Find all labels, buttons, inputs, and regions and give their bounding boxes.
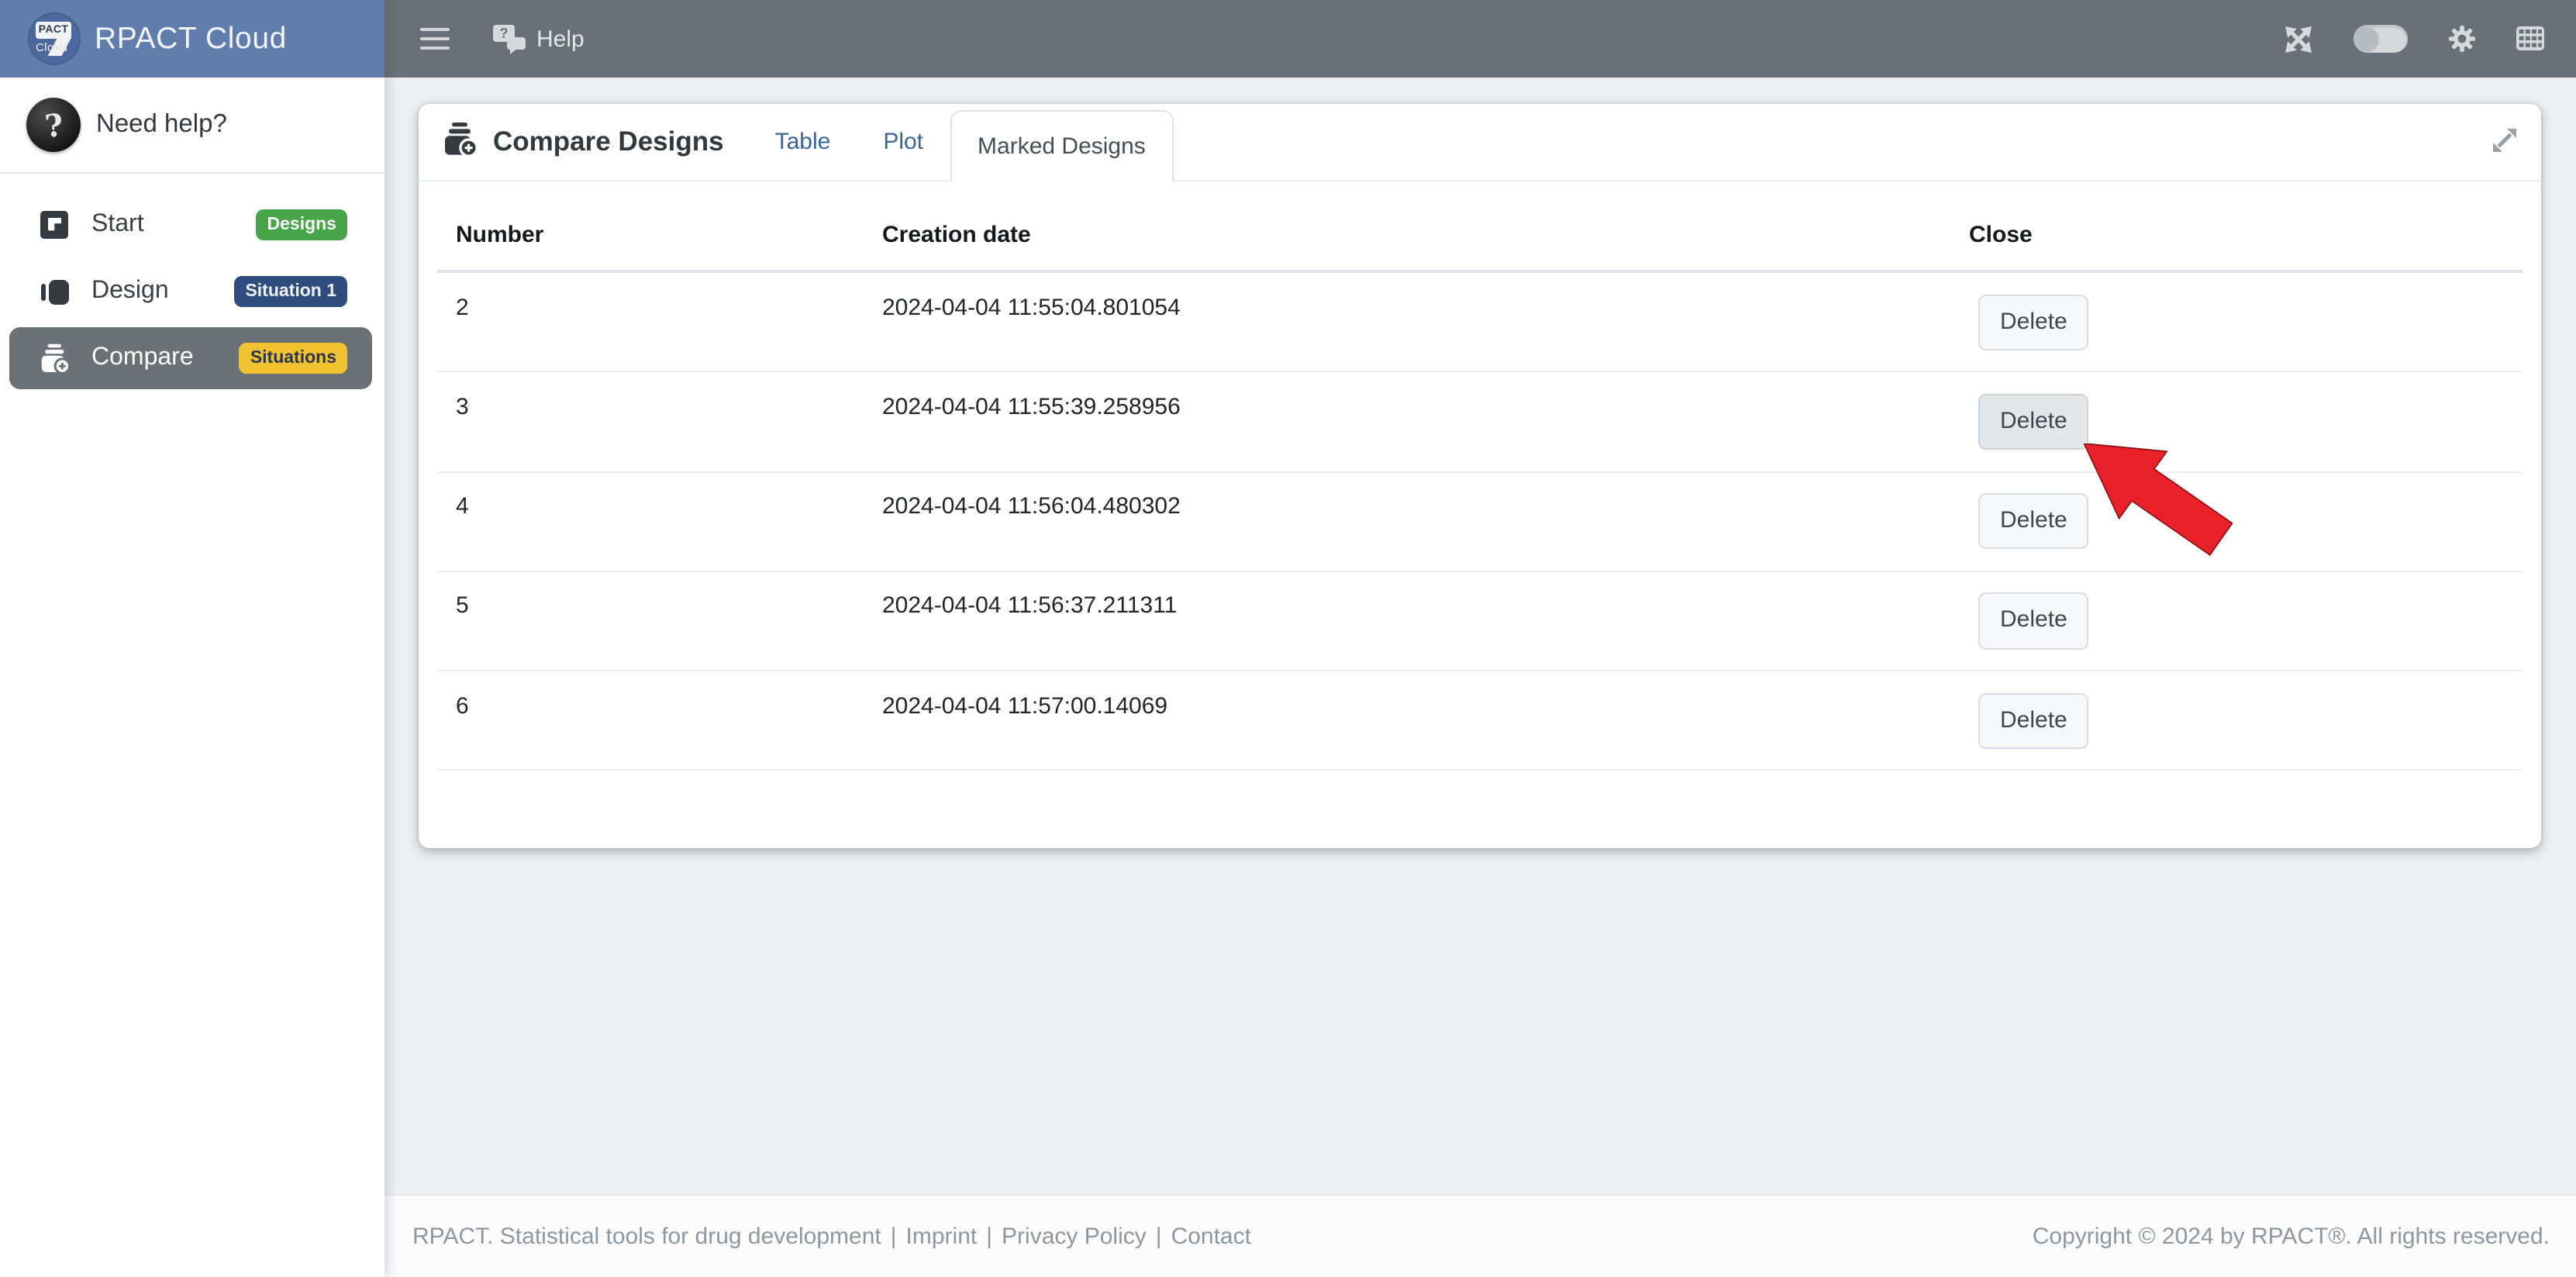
delete-button[interactable]: Delete [1978,593,2089,650]
table-row: 5 2024-04-04 11:56:37.211311 Delete [437,571,2522,671]
column-header-close: Close [1950,200,2522,271]
theme-toggle[interactable] [2353,25,2407,53]
sidebar-item-label: Design [91,278,169,305]
card-title: Compare Designs [443,104,724,180]
privacy-policy-link[interactable]: Privacy Policy [1002,1223,1147,1249]
tab-plot[interactable]: Plot [857,104,950,180]
card-header: Compare Designs Table Plot Marked Design… [419,104,2540,181]
contact-link[interactable]: Contact [1171,1223,1251,1249]
creation-date-cell: 2024-04-04 11:55:39.258956 [864,372,1950,472]
content-area: Compare Designs Table Plot Marked Design… [385,78,2576,1193]
sidebar-divider [0,172,385,174]
situations-badge: Situations [240,343,347,374]
number-cell: 3 [437,372,864,472]
app-title: RPACT Cloud [95,21,287,57]
svg-text:?: ? [500,25,509,40]
column-header-number: Number [437,200,864,271]
question-mark-icon: ? [26,98,81,152]
footer-left: RPACT. Statistical tools for drug develo… [412,1223,1251,1249]
gear-icon[interactable] [2447,25,2475,53]
tab-marked-designs[interactable]: Marked Designs [950,110,1174,181]
sidebar: PACT Cloud RPACT Cloud ? Need help? Star… [0,0,385,1277]
need-help-link[interactable]: ? Need help? [0,78,385,172]
delete-button[interactable]: Delete [1978,294,2089,350]
table-row: 2 2024-04-04 11:55:04.801054 Delete [437,271,2522,372]
table-header-row: Number Creation date Close [437,200,2522,271]
topbar: ? Help [385,0,2576,78]
column-header-creation-date: Creation date [864,200,1950,271]
red-cursor-arrow [2084,443,2236,558]
number-cell: 2 [437,271,864,372]
logo-text-top: PACT [36,21,71,39]
sidebar-item-design[interactable]: Design Situation 1 [9,261,372,323]
tab-table[interactable]: Table [749,104,857,180]
delete-button[interactable]: Delete [1978,493,2089,550]
need-help-label: Need help? [96,110,227,140]
sidebar-item-label: Compare [91,344,194,372]
creation-date-cell: 2024-04-04 11:56:04.480302 [864,471,1950,571]
sidebar-nav: Start Designs Design Situation 1 [0,194,385,394]
delete-button[interactable]: Delete [1978,394,2089,450]
menu-icon[interactable] [420,27,450,50]
imprint-link[interactable]: Imprint [906,1223,978,1249]
footer-copyright: Copyright © 2024 by RPACT®. All rights r… [2033,1223,2550,1249]
logo-text-bottom: Cloud [36,40,67,53]
table-row: 6 2024-04-04 11:57:00.14069 Delete [437,671,2522,771]
design-columns-icon [40,277,71,306]
creation-date-cell: 2024-04-04 11:55:04.801054 [864,271,1950,372]
sidebar-item-label: Start [91,211,144,239]
fullscreen-arrows-icon[interactable] [2283,24,2312,53]
main-column: ? Help [385,0,2576,1277]
app-root: PACT Cloud RPACT Cloud ? Need help? Star… [0,0,2576,1277]
card-tabs: Table Plot Marked Designs [749,104,1174,180]
number-cell: 5 [437,571,864,671]
brand-header[interactable]: PACT Cloud RPACT Cloud [0,0,385,78]
expand-alt-icon[interactable] [2491,127,2517,161]
help-menu[interactable]: ? Help [493,24,585,53]
delete-button[interactable]: Delete [1978,692,2089,749]
sidebar-item-compare[interactable]: Compare Situations [9,327,372,389]
rpact-logo-icon: PACT Cloud [28,12,81,65]
number-cell: 4 [437,471,864,571]
table-grid-icon[interactable] [2516,26,2543,51]
footer-brand-text: RPACT. Statistical tools for drug develo… [412,1223,881,1249]
footer: RPACT. Statistical tools for drug develo… [385,1193,2576,1277]
compare-box-plus-icon [443,122,479,162]
designs-badge: Designs [257,210,348,240]
number-cell: 6 [437,671,864,771]
start-flip-icon [40,211,71,239]
sidebar-item-start[interactable]: Start Designs [9,194,372,256]
help-chat-icon: ? [493,24,526,53]
situation-badge: Situation 1 [234,277,347,307]
creation-date-cell: 2024-04-04 11:57:00.14069 [864,671,1950,771]
compare-box-plus-icon [40,343,71,374]
help-label: Help [536,26,585,52]
creation-date-cell: 2024-04-04 11:56:37.211311 [864,571,1950,671]
card-title-text: Compare Designs [493,126,724,158]
topbar-actions [2283,24,2543,53]
